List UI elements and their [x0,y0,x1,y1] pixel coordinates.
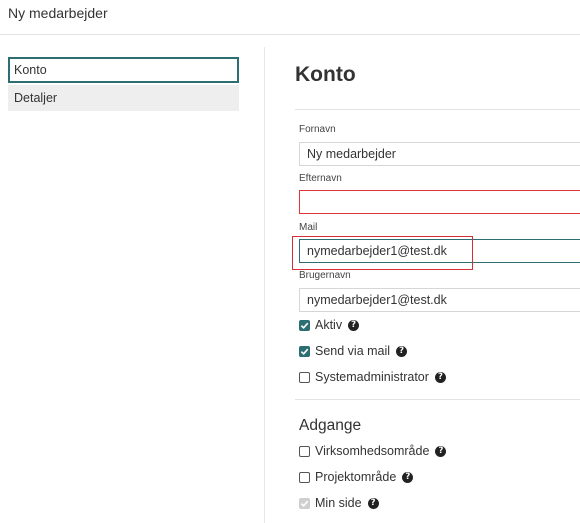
virksomhedsomraade-row: Virksomhedsområde ? [299,443,447,459]
question-circle-icon[interactable]: ? [435,445,447,457]
question-circle-icon[interactable]: ? [348,319,360,331]
brugernavn-input[interactable] [299,288,580,312]
question-circle-icon[interactable]: ? [434,371,446,383]
min-side-row: Min side ? [299,495,379,511]
sidebar-item-konto[interactable]: Konto [8,57,239,83]
sidebar: Konto Detaljer [8,57,239,111]
adgange-heading: Adgange [299,417,362,434]
min-side-label: Min side [315,496,362,510]
efternavn-input[interactable] [299,190,580,214]
virksomhedsomraade-label: Virksomhedsområde [315,444,430,458]
send-via-mail-checkbox[interactable] [299,345,310,357]
page-title: Ny medarbejder [8,5,108,21]
question-circle-icon[interactable]: ? [367,497,379,509]
sidebar-item-detaljer[interactable]: Detaljer [8,85,239,111]
vertical-divider [264,47,265,523]
fornavn-input[interactable] [299,142,580,166]
min-side-checkbox [299,497,310,509]
mail-label: Mail [299,222,318,233]
main-panel: Konto Fornavn Efternavn Mail Brugernavn … [295,0,580,523]
send-via-mail-row: Send via mail ? [299,343,408,359]
aktiv-label: Aktiv [315,318,343,332]
projektomraade-checkbox[interactable] [299,471,310,483]
heading-divider [295,109,580,110]
fornavn-label: Fornavn [299,124,336,135]
virksomhedsomraade-checkbox[interactable] [299,445,310,457]
checkmark-icon [300,348,309,355]
section-heading: Konto [295,63,356,86]
checkmark-icon [300,322,309,329]
checkmark-icon [300,500,309,507]
question-circle-icon[interactable]: ? [396,345,408,357]
projektomraade-row: Projektområde ? [299,469,414,485]
mail-input[interactable] [299,239,580,263]
question-circle-icon[interactable]: ? [402,471,414,483]
systemadministrator-label: Systemadministrator [315,370,429,384]
projektomraade-label: Projektområde [315,470,397,484]
systemadministrator-row: Systemadministrator ? [299,369,446,385]
systemadministrator-checkbox[interactable] [299,371,310,383]
aktiv-checkbox[interactable] [299,319,310,331]
efternavn-label: Efternavn [299,173,342,184]
send-via-mail-label: Send via mail [315,344,391,358]
brugernavn-label: Brugernavn [299,270,351,281]
aktiv-row: Aktiv ? [299,317,360,333]
section-divider [295,399,580,400]
